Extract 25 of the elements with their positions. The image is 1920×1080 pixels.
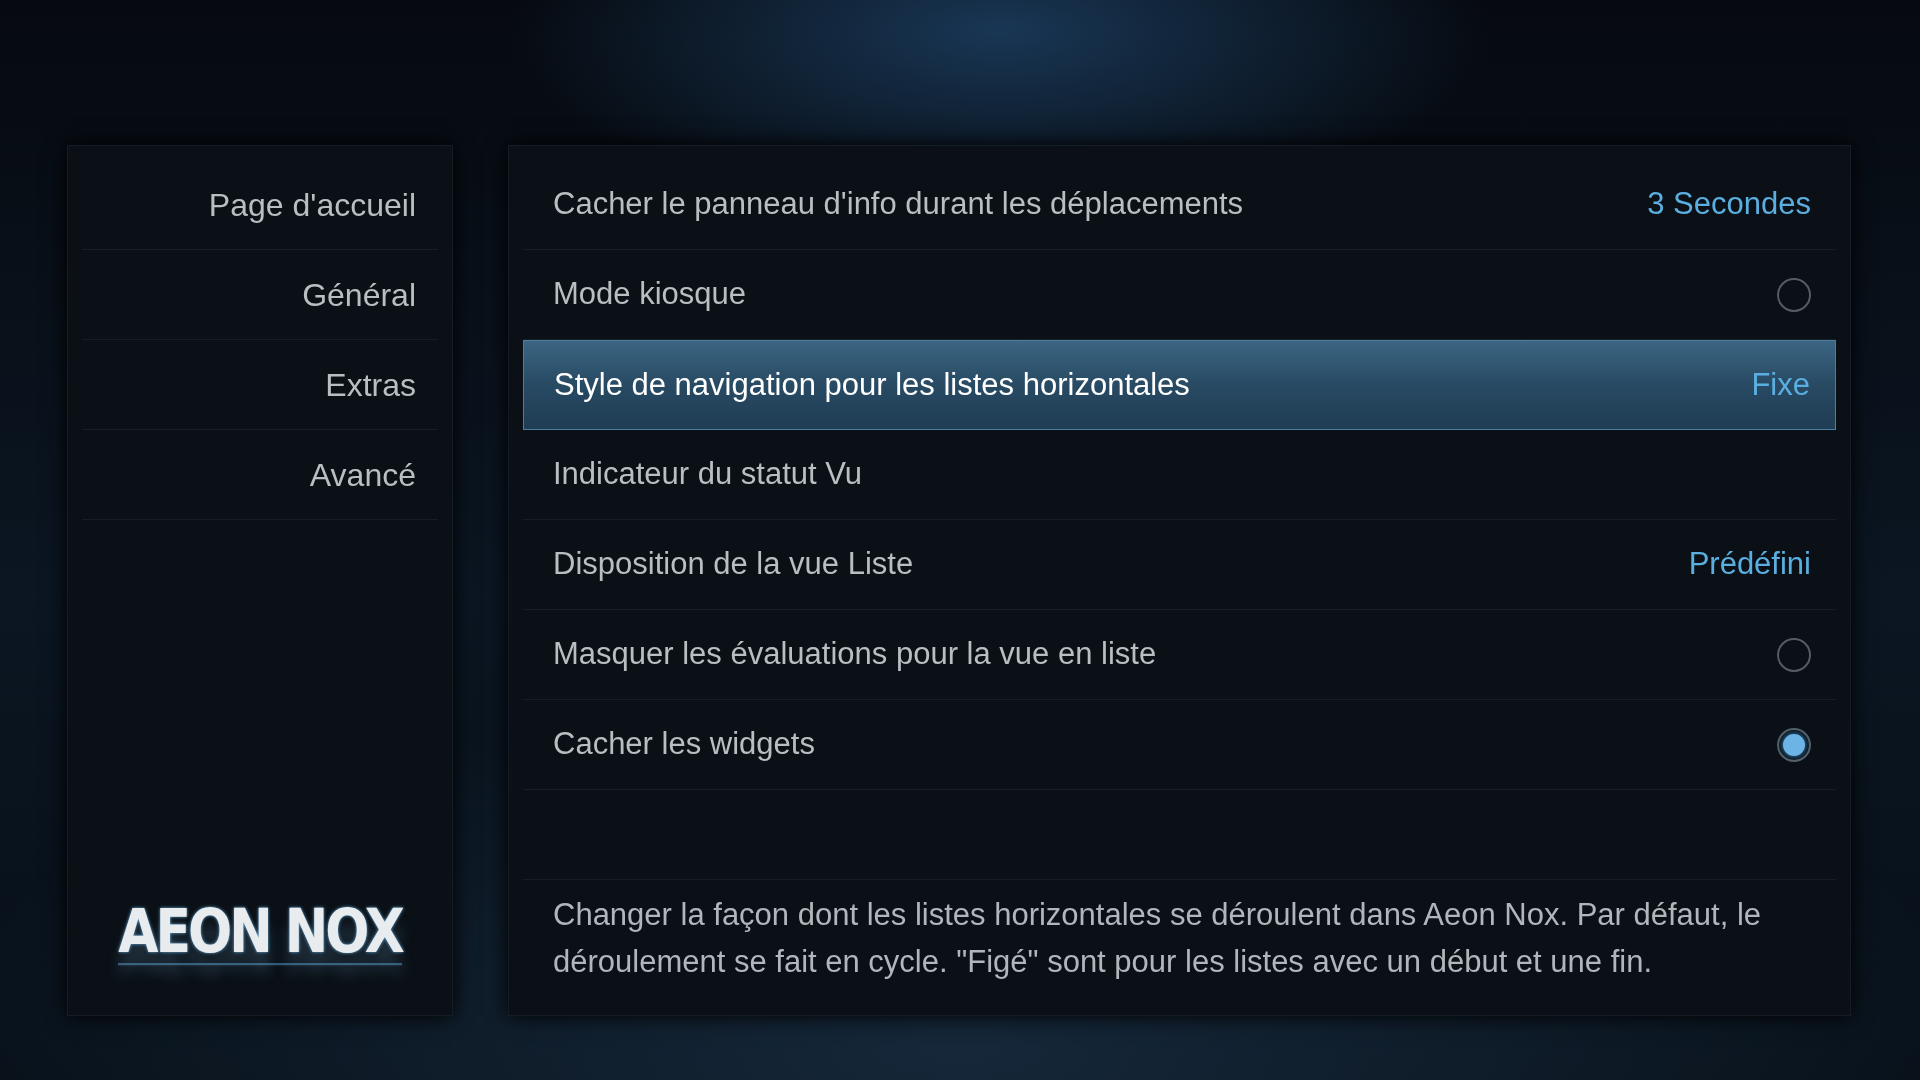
setting-label: Cacher le panneau d'info durant les déplacements — [553, 185, 1244, 224]
setting-value: Fixe — [1751, 365, 1810, 404]
setting-description: Changer la façon dont les listes horizontales se déroulent dans Aeon Nox. Par défaut, le déroulement se fait en cycle. "Figé" sont pour les listes avec un début et une fin. — [552, 896, 1763, 981]
radio-toggle[interactable] — [1777, 277, 1811, 312]
setting-row[interactable]: Indicateur du statut Vu — [523, 430, 1836, 520]
radio-toggle[interactable] — [1777, 727, 1811, 762]
setting-value: Prédéfini — [1688, 545, 1811, 584]
app-logo: AEON NOX — [118, 900, 402, 966]
setting-value: 3 Secondes — [1647, 185, 1811, 224]
setting-label: Masquer les évaluations pour la vue en liste — [553, 635, 1157, 674]
sidebar-item[interactable]: Avancé — [82, 430, 438, 520]
setting-row[interactable]: Cacher le panneau d'info durant les déplacements 3 Secondes — [523, 160, 1836, 250]
setting-label: Cacher les widgets — [553, 725, 815, 764]
setting-row[interactable]: Masquer les évaluations pour la vue en liste — [523, 610, 1836, 700]
sidebar-item[interactable]: Général — [82, 250, 438, 340]
setting-label: Disposition de la vue Liste — [553, 545, 914, 584]
setting-row[interactable]: Disposition de la vue Liste Prédéfini — [523, 520, 1836, 610]
sidebar-item[interactable]: Extras — [82, 340, 438, 430]
setting-label: Mode kiosque — [553, 275, 746, 314]
setting-label: Style de navigation pour les listes horizontales — [554, 365, 1190, 404]
radio-toggle[interactable] — [1777, 637, 1811, 672]
sidebar-item[interactable]: Page d'accueil — [82, 160, 438, 250]
setting-label: Indicateur du statut Vu — [553, 455, 863, 494]
setting-row[interactable]: Style de navigation pour les listes horizontales Fixe — [523, 340, 1836, 430]
setting-row[interactable]: Cacher les widgets — [523, 700, 1836, 790]
